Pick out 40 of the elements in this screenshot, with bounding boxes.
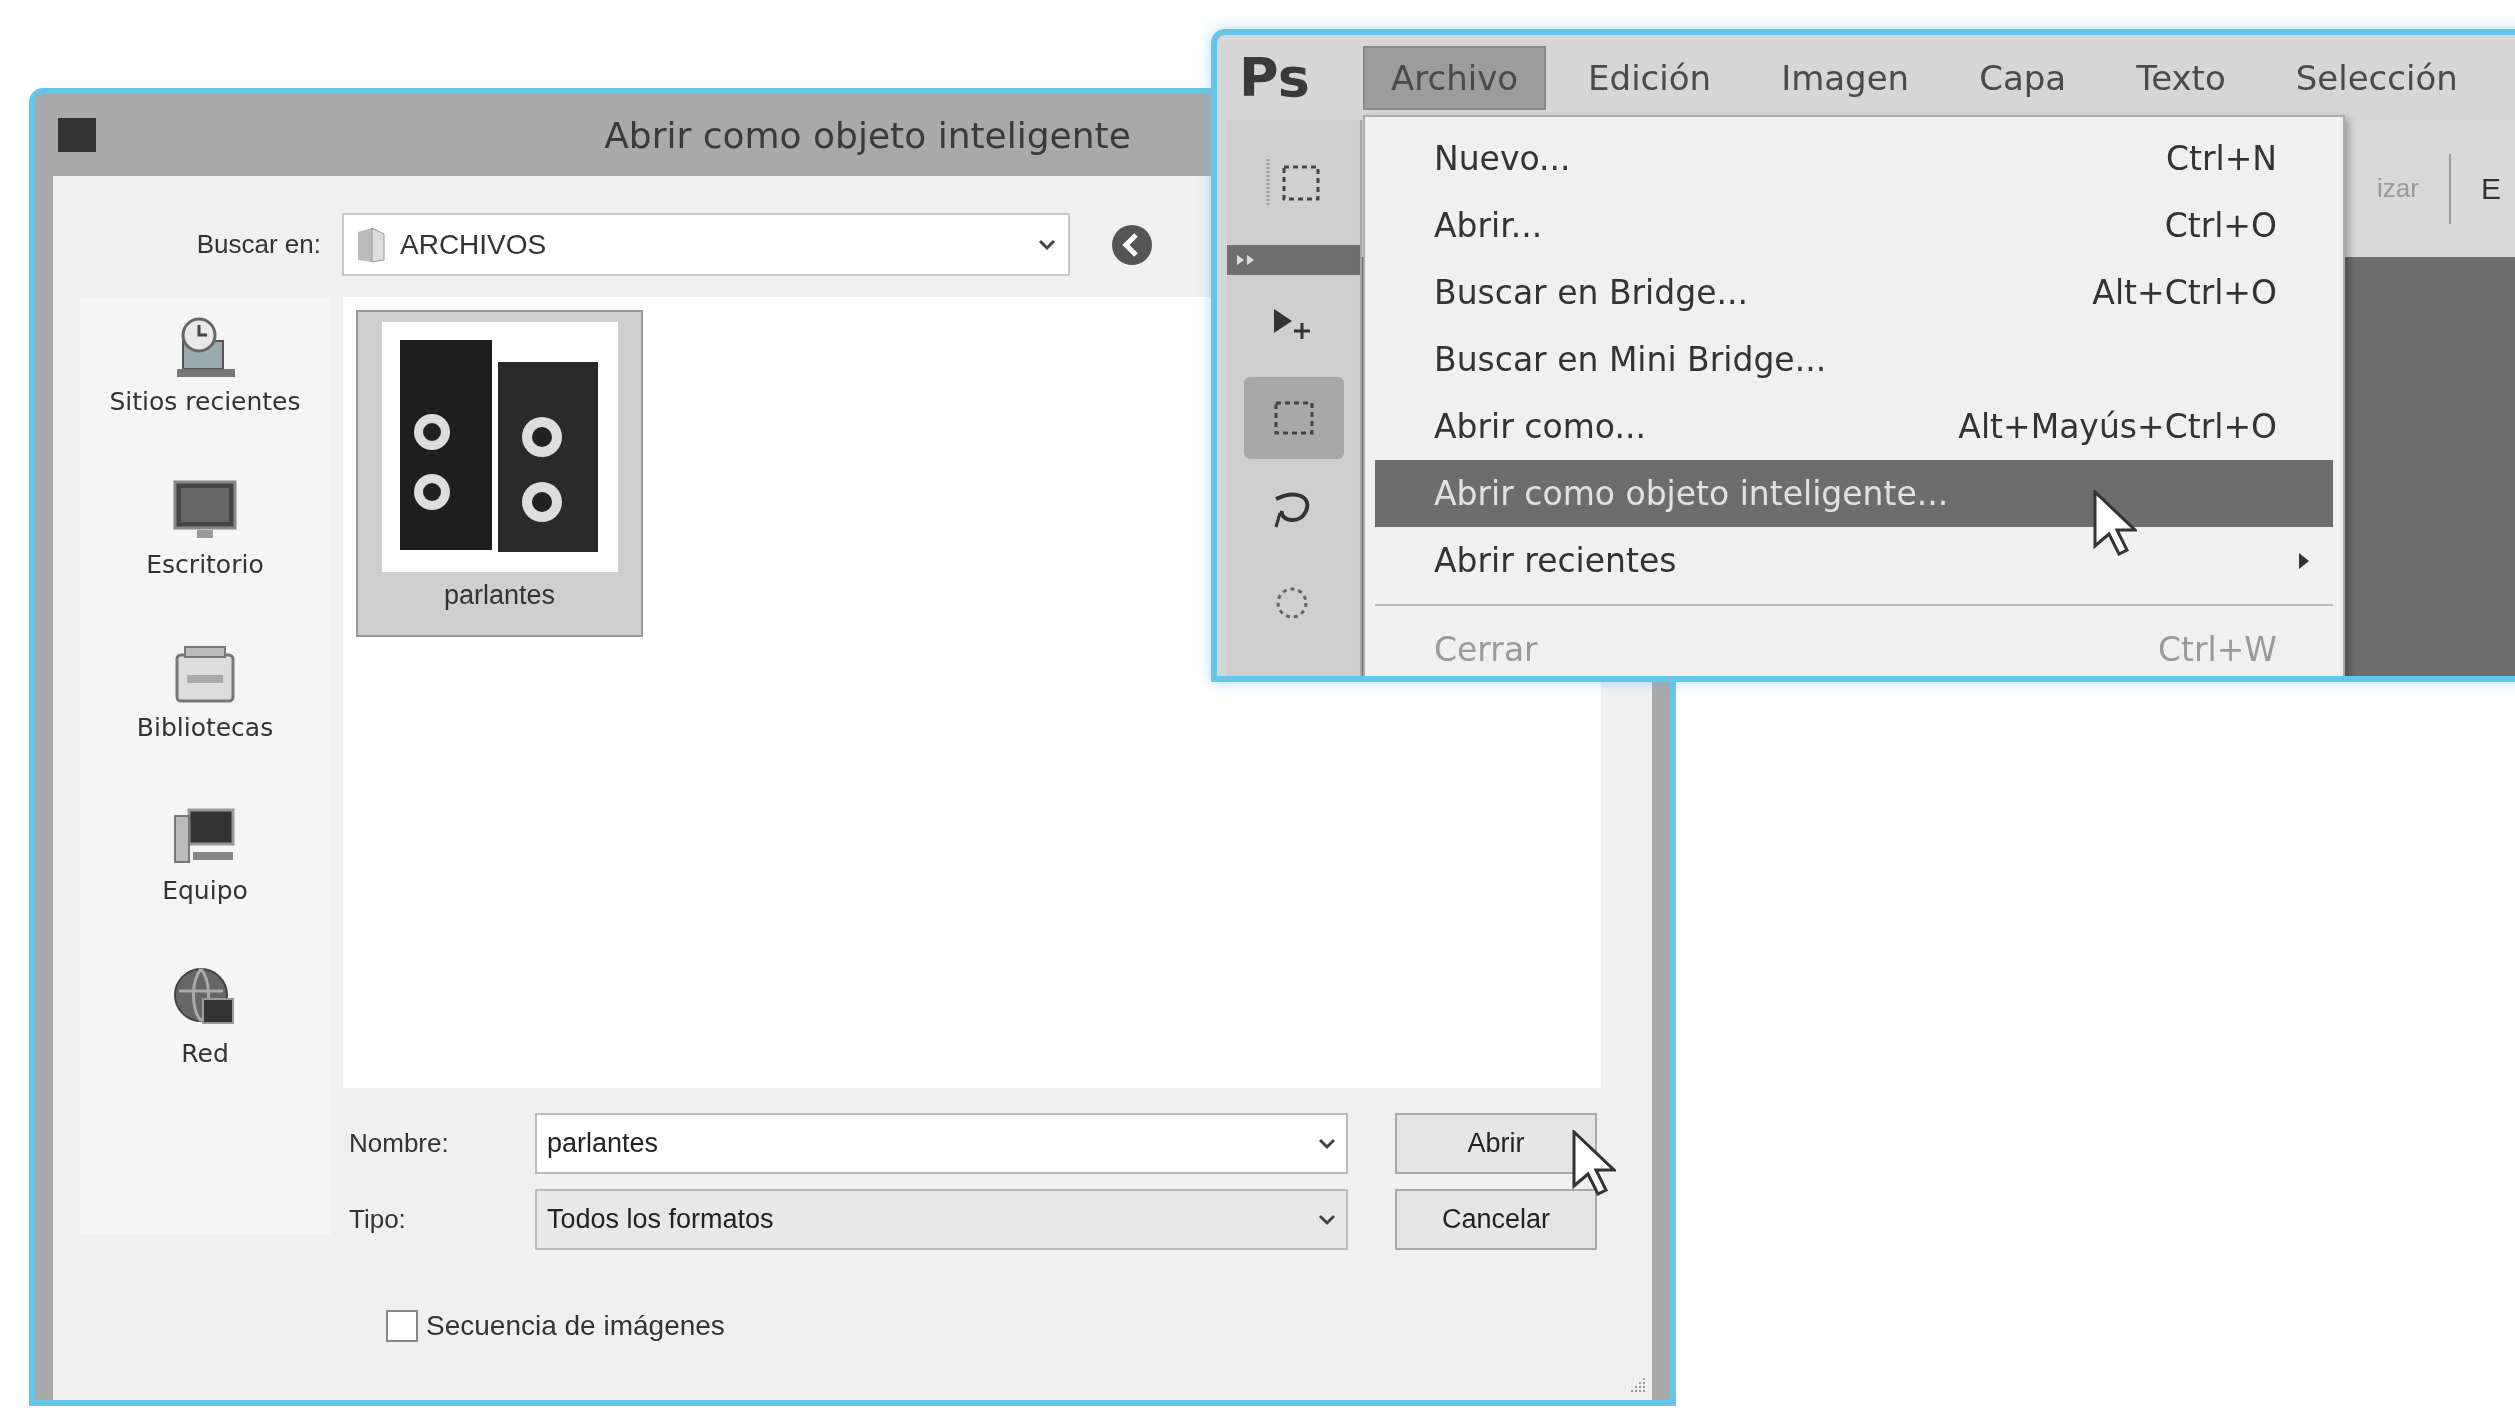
cursor-icon xyxy=(1572,1130,1616,1196)
file-type-dropdown[interactable]: Todos los formatos xyxy=(535,1189,1348,1250)
place-label[interactable]: Red xyxy=(181,1039,229,1068)
type-label: Tipo: xyxy=(349,1204,407,1235)
menu-item[interactable]: Buscar en Mini Bridge... xyxy=(1375,326,2333,393)
file-name-field[interactable]: parlantes xyxy=(535,1113,1348,1174)
open-button[interactable]: Abrir xyxy=(1395,1113,1597,1174)
menu-bar-item[interactable]: Edición xyxy=(1560,45,1740,110)
file-tile[interactable]: parlantes xyxy=(356,310,643,637)
place-label[interactable]: Sitios recientes xyxy=(109,387,301,416)
cancel-button[interactable]: Cancelar xyxy=(1395,1189,1597,1250)
menu-bar-item[interactable]: Texto xyxy=(2108,45,2254,110)
window-title: Abrir como objeto inteligente xyxy=(603,114,1132,156)
cursor-icon xyxy=(2093,490,2137,556)
folder-icon xyxy=(356,225,386,264)
toolbar-text: izar xyxy=(2377,173,2419,204)
menu-item[interactable]: Abrir como... Alt+Mayús+Ctrl+O xyxy=(1375,393,2333,460)
submenu-arrow-icon xyxy=(2297,550,2311,571)
place-label[interactable]: Escritorio xyxy=(146,550,264,579)
toolbar-text: E xyxy=(2480,171,2501,206)
menu-bar-item[interactable]: Selección xyxy=(2267,45,2486,110)
chevron-down-icon xyxy=(1318,1137,1336,1150)
menu-item[interactable]: Nuevo... Ctrl+N xyxy=(1375,125,2333,192)
name-label: Nombre: xyxy=(349,1128,450,1159)
chevron-down-icon xyxy=(1038,238,1056,251)
place-label[interactable]: Equipo xyxy=(162,876,248,905)
menu-item[interactable]: Abrir como objeto inteligente... xyxy=(1375,460,2333,527)
look-in-label: Buscar en: xyxy=(195,229,322,260)
chevron-down-icon xyxy=(1318,1213,1336,1226)
menu-bar-item[interactable]: Capa xyxy=(1951,45,2095,110)
checkbox[interactable] xyxy=(386,1310,418,1342)
look-in-dropdown[interactable]: ARCHIVOS xyxy=(342,213,1070,276)
place-label[interactable]: Bibliotecas xyxy=(136,713,274,742)
menu-bar-item[interactable]: Imagen xyxy=(1753,45,1938,110)
menu-item[interactable]: Abrir... Ctrl+O xyxy=(1375,192,2333,259)
menu-item[interactable]: Buscar en Bridge... Alt+Ctrl+O xyxy=(1375,259,2333,326)
app-logo: Ps xyxy=(1239,46,1311,109)
menu-item[interactable]: Abrir recientes xyxy=(1375,527,2333,594)
checkbox-label[interactable]: Secuencia de imágenes xyxy=(426,1310,725,1342)
app-icon xyxy=(58,118,96,152)
